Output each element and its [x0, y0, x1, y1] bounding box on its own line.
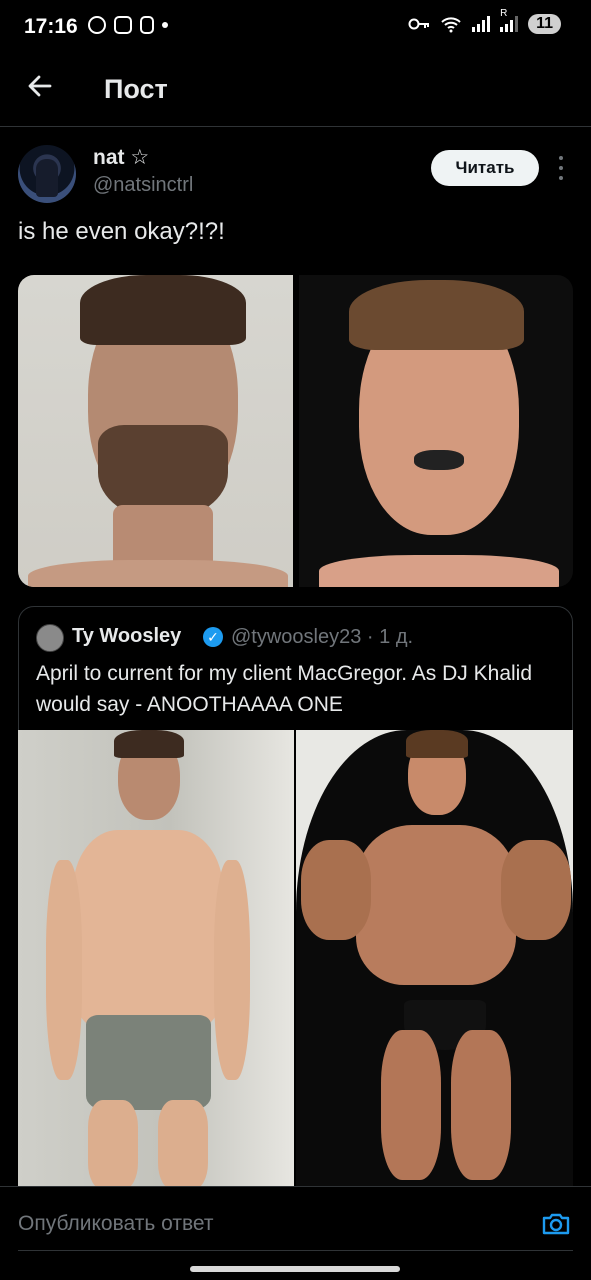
quoted-image-before[interactable] [18, 730, 294, 1190]
status-system-icons: R 11 [408, 8, 561, 34]
reply-bar-top-divider [0, 1186, 591, 1187]
status-notification-icons [88, 16, 168, 34]
quoted-post-text: April to current for my client MacGregor… [36, 662, 533, 716]
quoted-author-avatar [36, 624, 64, 652]
verified-badge-icon: ✓ [203, 627, 223, 647]
instagram-icon [114, 16, 132, 34]
roaming-label: R [500, 8, 508, 19]
home-indicator[interactable] [190, 1266, 400, 1272]
vpn-icon [88, 16, 106, 34]
reply-input[interactable]: Опубликовать ответ [18, 1212, 214, 1236]
signal-roaming-icon: R [500, 8, 519, 32]
quoted-image-after[interactable] [296, 730, 573, 1186]
quoted-author-name: Ty Woosley [72, 625, 182, 647]
post-image-before[interactable] [18, 275, 293, 587]
post-image-after[interactable] [299, 275, 573, 587]
reply-input-underline [18, 1250, 573, 1251]
more-notifications-dot-icon [162, 22, 168, 28]
back-arrow-icon[interactable] [26, 72, 54, 100]
post-text: is he even okay?!?! [18, 218, 225, 245]
camera-icon[interactable] [540, 1208, 572, 1240]
key-icon [408, 18, 430, 30]
follow-button[interactable]: Читать [431, 150, 539, 186]
battery-level: 11 [528, 14, 561, 34]
author-name[interactable]: nat ☆ [93, 145, 149, 170]
wifi-icon [441, 17, 461, 33]
status-time: 17:16 [24, 15, 78, 38]
page-title: Пост [104, 74, 168, 104]
more-options-icon[interactable] [556, 156, 566, 180]
signal-icon [472, 16, 491, 32]
alert-icon [140, 16, 154, 34]
header-divider [0, 126, 591, 127]
author-handle[interactable]: @natsinctrl [93, 174, 193, 197]
author-avatar[interactable] [18, 145, 76, 203]
quoted-author-handle: @tywoosley23 · 1 д. [231, 626, 414, 648]
